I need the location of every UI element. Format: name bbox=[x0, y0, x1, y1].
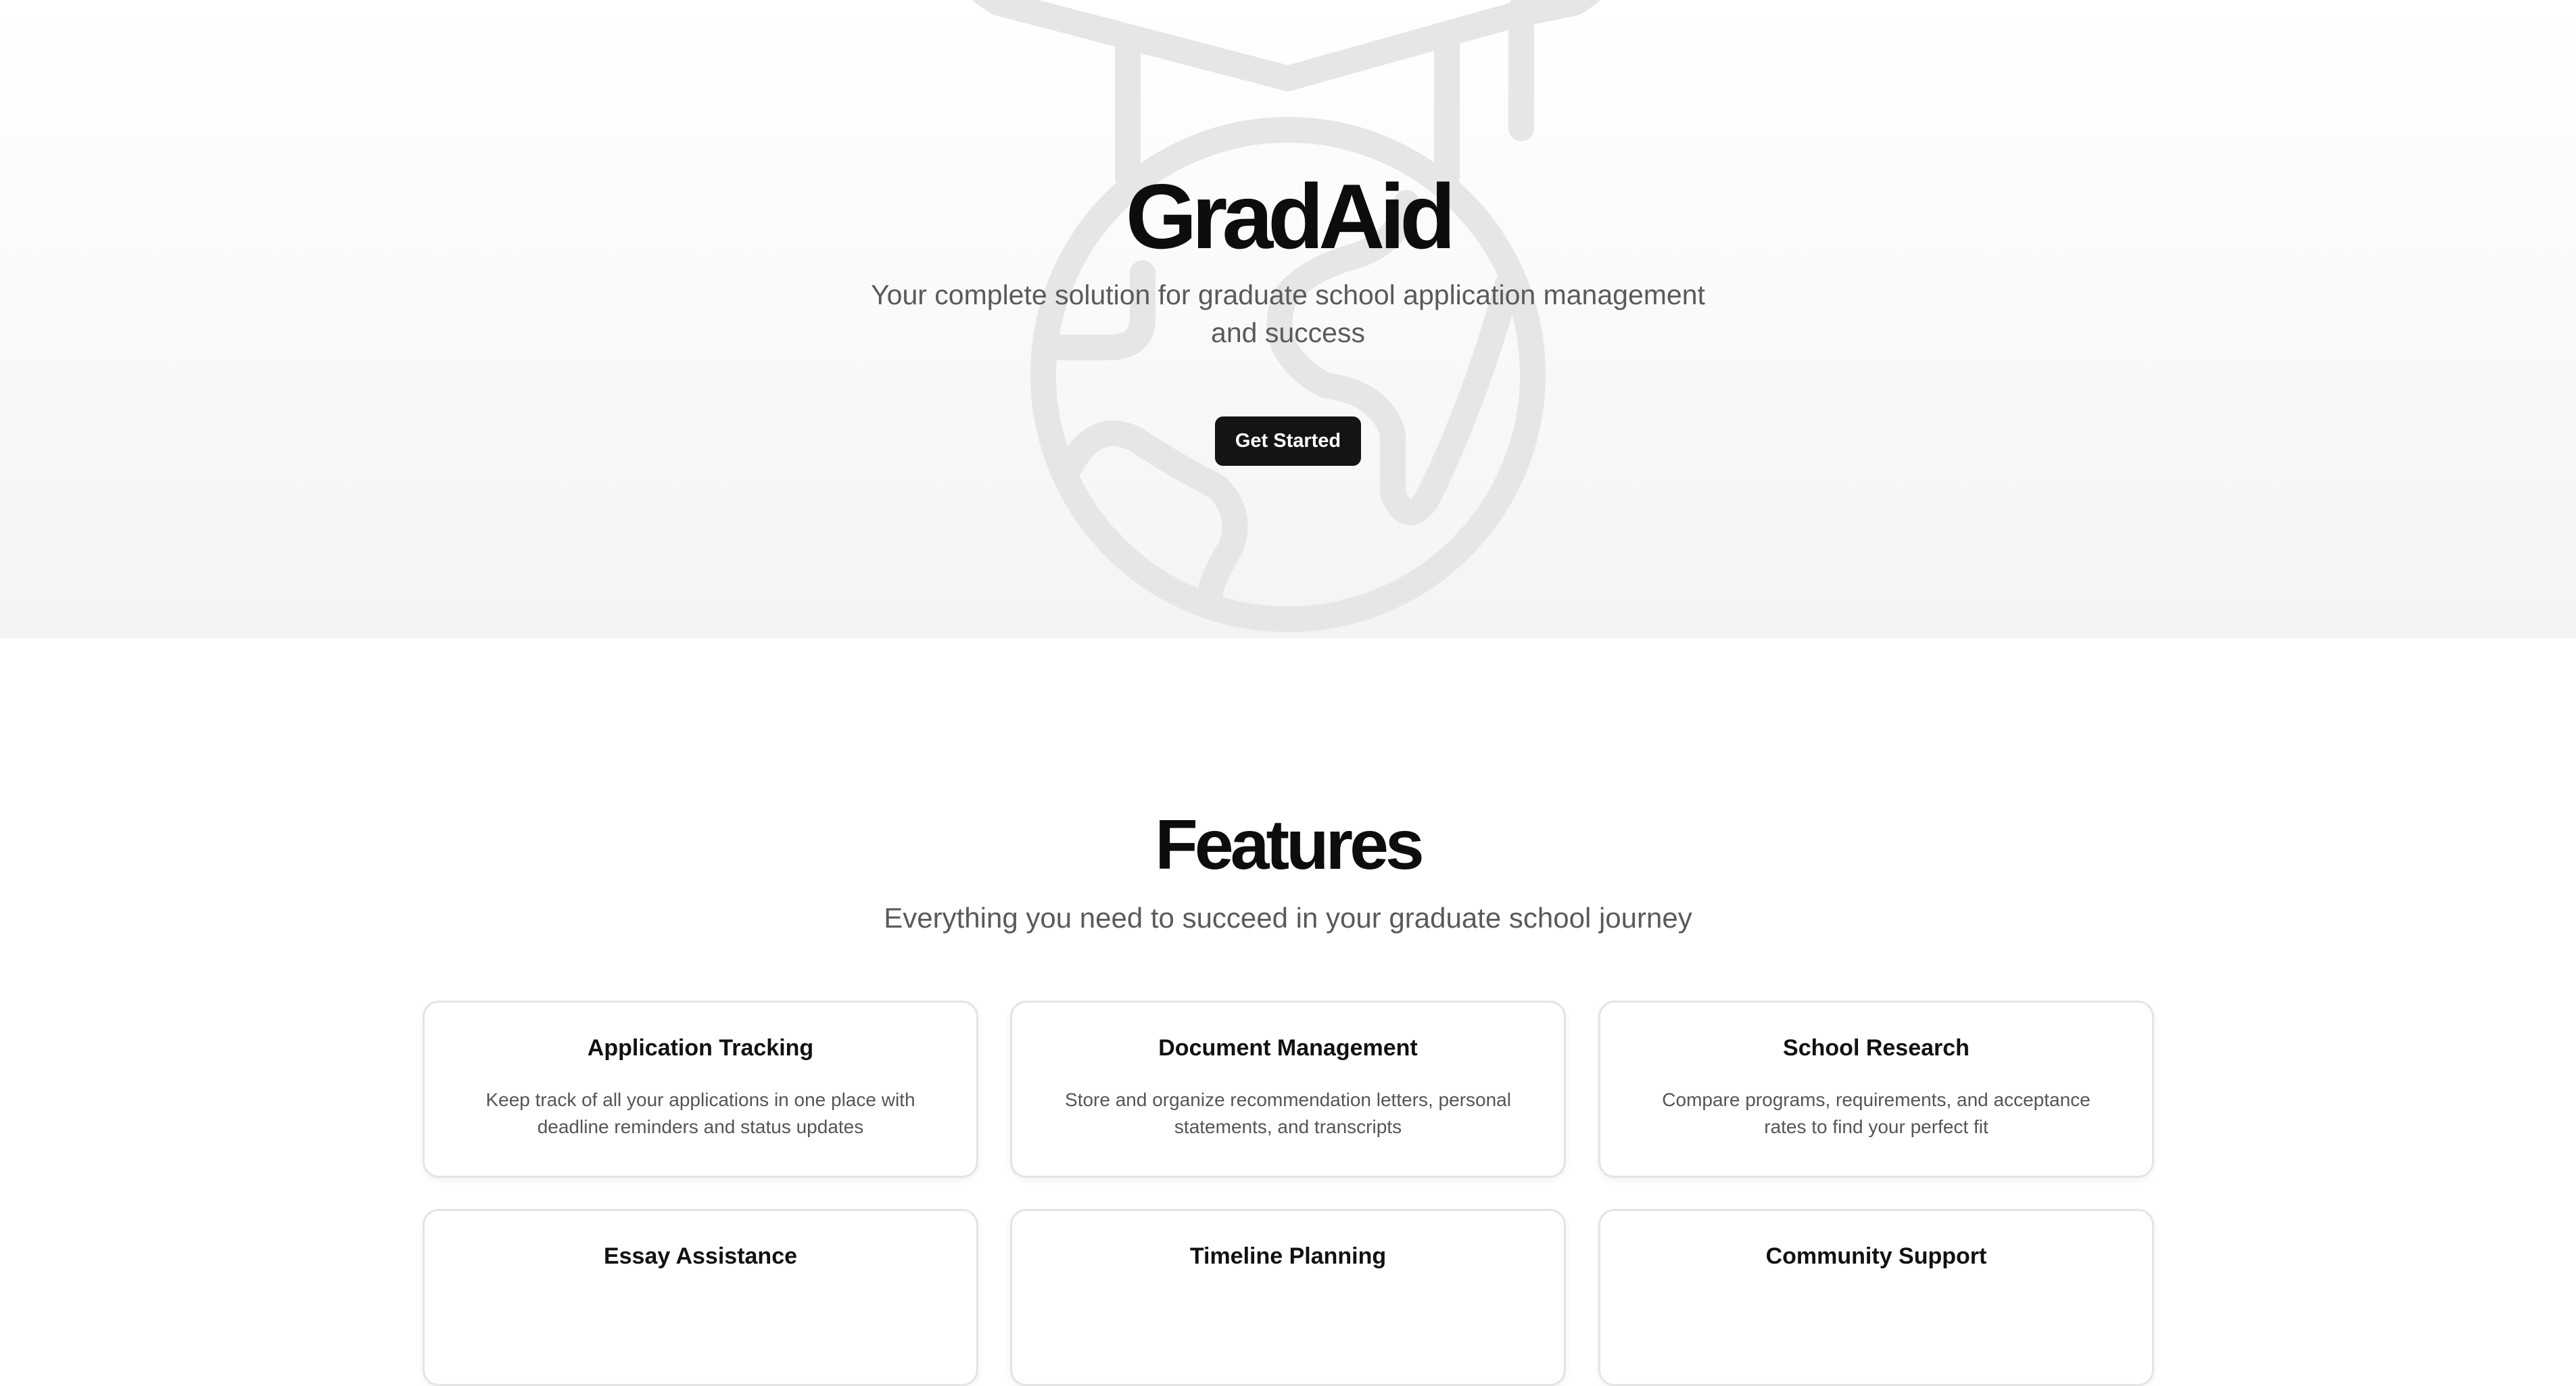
feature-card-description: Compare programs, requirements, and acce… bbox=[1662, 1089, 2091, 1137]
feature-card-title: Timeline Planning bbox=[1189, 1243, 1387, 1269]
hero-subtitle: Your complete solution for graduate scho… bbox=[871, 279, 1705, 348]
feature-card-school-research: School Research Compare programs, requir… bbox=[1598, 1001, 2154, 1178]
get-started-button[interactable]: Get Started bbox=[1215, 416, 1361, 466]
feature-card-essay-assistance: Essay Assistance bbox=[423, 1209, 978, 1386]
feature-card-community-support: Community Support bbox=[1598, 1209, 2154, 1386]
features-subtitle: Everything you need to succeed in your g… bbox=[884, 902, 1692, 934]
feature-card-timeline-planning: Timeline Planning bbox=[1010, 1209, 1566, 1386]
hero-section: GradAid Your complete solution for gradu… bbox=[0, 0, 2576, 638]
feature-card-description: Keep track of all your applications in o… bbox=[485, 1089, 915, 1137]
feature-card-title: Community Support bbox=[1765, 1243, 1987, 1269]
feature-card-title: School Research bbox=[1783, 1035, 1970, 1061]
feature-card-title: Essay Assistance bbox=[603, 1243, 798, 1269]
feature-card-title: Application Tracking bbox=[587, 1035, 814, 1061]
feature-card-title: Document Management bbox=[1158, 1035, 1418, 1061]
feature-card-application-tracking: Application Tracking Keep track of all y… bbox=[423, 1001, 978, 1178]
features-title: Features bbox=[1155, 806, 1425, 884]
feature-card-document-management: Document Management Store and organize r… bbox=[1010, 1001, 1566, 1178]
feature-card-description: Store and organize recommendation letter… bbox=[1065, 1089, 1511, 1137]
hero-title: GradAid bbox=[1125, 165, 1456, 268]
